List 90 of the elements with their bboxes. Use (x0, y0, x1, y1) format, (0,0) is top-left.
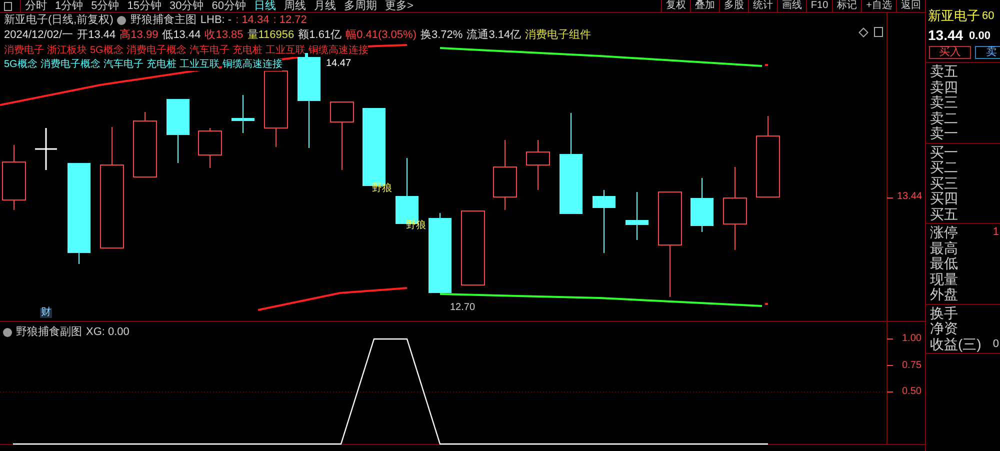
concept-tag: 工业互联 (179, 59, 220, 71)
concept-tag: 消费电子概念 (126, 45, 186, 57)
quote-field: 低13.44 (162, 27, 201, 40)
panel-toggle-icon[interactable] (4, 2, 12, 10)
quote-field: 换3.72% (420, 27, 463, 40)
indicator-name: 野狼捕食主图 (130, 12, 196, 28)
concept-tag: 消费电子 (4, 45, 44, 57)
concept-tag: 充电桩 (146, 59, 176, 71)
falling-candle (232, 94, 254, 134)
stat-label: 外盘 (930, 287, 958, 302)
concept-tag: 铜缆高速连接 (308, 45, 368, 57)
stat-label: 涨停 (930, 225, 958, 240)
chart-title: 新亚电子(日线,前复权) (4, 12, 114, 28)
last-price: 13.44 (928, 28, 964, 42)
finance-badge[interactable]: 财 (40, 308, 52, 318)
rising-candle (198, 128, 222, 168)
toolbar-button[interactable]: 返回 (896, 0, 925, 12)
order-level-label: 卖一 (930, 126, 959, 142)
stat-label: 净资 (930, 321, 958, 336)
toolbar-button[interactable]: +自选 (861, 0, 896, 12)
stock-code: 60 (982, 11, 994, 22)
rising-candle (493, 140, 517, 210)
signal-label: 野狼 (372, 184, 392, 194)
stat-label: 现量 (930, 272, 958, 287)
quote-field: 幅0.41(3.05%) (346, 27, 416, 40)
order-level-label: 买三 (930, 176, 959, 191)
concept-tag: 工业互联 (265, 45, 306, 57)
order-level-label: 买五 (930, 206, 959, 222)
axis-tick-label: 1.00 (902, 334, 922, 344)
falling-candle (166, 98, 190, 164)
lhb-label: LHB: - (200, 13, 232, 28)
price-axis-label: 13.44 (897, 192, 922, 202)
order-level-label: 买四 (930, 191, 959, 206)
concept-tag: 5G概念 (4, 59, 38, 71)
collapse-icon[interactable] (3, 328, 12, 337)
axis-tick-label: 0.50 (902, 387, 922, 397)
toolbar-button[interactable]: 复权 (660, 0, 690, 12)
order-level-label: 买二 (930, 160, 959, 176)
order-level-label: 卖四 (930, 80, 959, 95)
rising-candle (133, 112, 157, 178)
concept-tag: 汽车电子 (103, 59, 144, 71)
quote-field: 收13.85 (204, 27, 244, 40)
stat-label: 最高 (930, 240, 958, 256)
rising-candle (526, 140, 550, 190)
quote-field: 开13.44 (77, 27, 116, 40)
quote-field: 流通3.14亿 (466, 27, 522, 40)
toolbar-button[interactable]: 叠加 (690, 0, 719, 12)
falling-candle (626, 192, 648, 240)
sell-button[interactable]: 卖 (975, 46, 1000, 59)
order-level-label: 卖五 (930, 64, 959, 80)
toolbar-button[interactable]: 多股 (718, 0, 748, 12)
toolbar-button[interactable]: 标记 (832, 0, 862, 12)
rising-candle (2, 144, 26, 210)
stat-value: 0 (992, 336, 999, 352)
toolbar-button[interactable]: 画线 (776, 0, 806, 12)
order-level-label: 买一 (930, 144, 959, 160)
concept-tag: 充电桩 (232, 45, 262, 57)
doji-candle (35, 128, 57, 170)
collapse-icon[interactable] (117, 16, 126, 25)
price-change: 0.00 (969, 31, 990, 42)
quote-field: 消费电子组件 (525, 27, 592, 40)
indicator-name: 野狼捕食副图 (16, 324, 82, 340)
stat-label: 换手 (930, 306, 958, 321)
low-price-label: 12.70 (450, 303, 476, 313)
quote-field: 量116956 (247, 27, 294, 40)
rising-candle (330, 102, 354, 170)
stat-label: 最低 (930, 256, 958, 272)
falling-candle (690, 178, 714, 232)
indicator-value: : 12.72 (273, 13, 307, 28)
order-level-label: 卖二 (930, 110, 959, 126)
panel-icon[interactable] (874, 27, 883, 37)
stat-value: 1 (992, 225, 999, 240)
indicator-value: XG: 0.00 (86, 325, 130, 340)
buy-button[interactable]: 买入 (929, 46, 971, 59)
axis-tick-label: 0.75 (902, 360, 922, 370)
quote-field: 高13.99 (120, 27, 158, 40)
concept-tag: 5G概念 (90, 45, 124, 57)
quote-field: 额1.61亿 (298, 27, 342, 40)
toolbar-button[interactable]: F10 (806, 0, 832, 12)
stock-name: 新亚电子 (928, 9, 980, 22)
order-level-label: 卖三 (930, 95, 959, 110)
quote-field: 2024/12/02/一 (4, 27, 74, 40)
falling-candle (592, 190, 616, 254)
high-price-label: 14.47 (326, 59, 352, 69)
stat-label: 收益(三) (930, 336, 982, 352)
indicator-value: : 14.34 (236, 13, 270, 28)
concept-tag: 浙江板块 (47, 45, 87, 57)
concept-tag: 消费电子概念 (40, 59, 100, 71)
concept-tag: 铜缆高速连接 (222, 59, 282, 71)
concept-tag: 汽车电子 (189, 45, 230, 57)
